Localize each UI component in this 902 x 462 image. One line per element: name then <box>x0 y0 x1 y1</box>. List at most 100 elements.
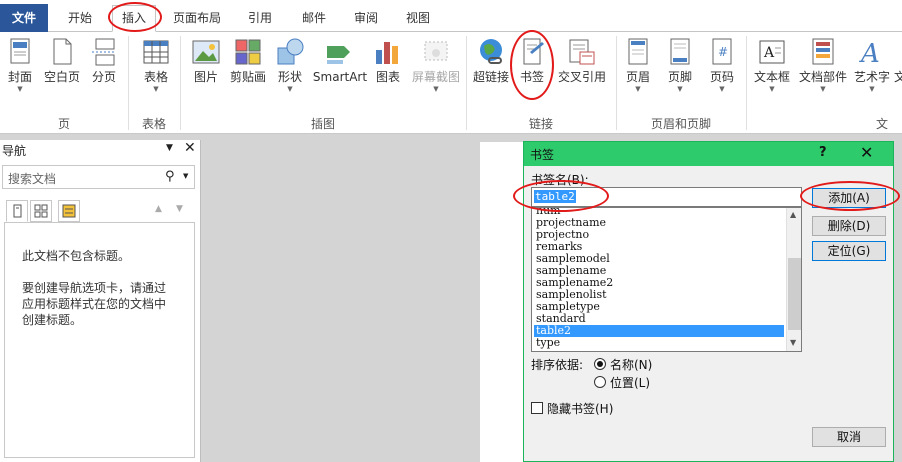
delete-button[interactable]: 删除(D) <box>812 216 886 236</box>
list-scrollbar[interactable]: ▲ ▼ <box>786 208 801 351</box>
shapes-button[interactable]: 形状 ▼ <box>274 36 306 94</box>
cover-page-button[interactable]: 封面 ▼ <box>4 36 36 94</box>
bookmark-dialog: 书签 ? ✕ 书签名(B): table2 num projectname proj… <box>523 141 894 462</box>
tab-review[interactable]: 审阅 <box>344 6 388 30</box>
sort-name-radio[interactable] <box>594 358 606 370</box>
textbox-button[interactable]: A 文本框 ▼ <box>752 36 792 94</box>
sort-name-label[interactable]: 名称(N) <box>610 356 652 373</box>
textbox-dropdown-icon[interactable]: ▼ <box>752 84 792 94</box>
group-label-links: 链接 <box>528 117 553 131</box>
sort-location-label[interactable]: 位置(L) <box>610 374 650 391</box>
screenshot-icon <box>420 36 452 68</box>
close-icon[interactable]: ✕ <box>860 143 873 162</box>
header-button[interactable]: 页眉 ▼ <box>622 36 654 94</box>
add-button[interactable]: 添加(A) <box>812 188 886 208</box>
wordart-label: 艺术字 <box>853 70 890 84</box>
cross-reference-button[interactable]: 交叉引用 <box>554 36 610 84</box>
sort-location-radio[interactable] <box>594 376 606 388</box>
nav-down-icon[interactable]: ▼ <box>176 204 183 214</box>
tab-view[interactable]: 视图 <box>396 6 440 30</box>
hidden-bookmarks-label[interactable]: 隐藏书签(H) <box>547 400 613 417</box>
footer-icon <box>664 36 696 68</box>
quick-parts-button[interactable]: 文档部件 ▼ <box>798 36 848 94</box>
table-icon <box>140 36 172 68</box>
quick-parts-icon <box>807 36 839 68</box>
nav-help-line-1: 要创建导航选项卡，请通过 <box>22 281 167 295</box>
smartart-button[interactable]: SmartArt <box>312 36 368 84</box>
bookmark-icon <box>516 36 548 68</box>
quick-parts-dropdown-icon[interactable]: ▼ <box>798 84 848 94</box>
wordart-button[interactable]: A 艺术字 ▼ <box>852 36 892 94</box>
nav-options-icon[interactable]: ▼ <box>166 143 173 153</box>
table-button[interactable]: 表格 ▼ <box>138 36 174 94</box>
bookmark-name-label: 书签名(B): <box>531 173 589 187</box>
clipart-label: 剪贴画 <box>229 70 266 84</box>
help-icon[interactable]: ? <box>819 145 827 160</box>
shapes-dropdown-icon[interactable]: ▼ <box>274 84 306 94</box>
wordart-icon: A <box>856 36 888 69</box>
picture-label: 图片 <box>193 70 218 84</box>
search-dropdown-icon[interactable]: ▼ <box>183 172 188 180</box>
screenshot-button[interactable]: 屏幕截图 ▼ <box>410 36 462 94</box>
cross-reference-icon <box>566 36 598 68</box>
search-icon[interactable]: ⚲ <box>165 169 175 184</box>
wordart-dropdown-icon[interactable]: ▼ <box>852 84 892 94</box>
footer-dropdown-icon[interactable]: ▼ <box>664 84 696 94</box>
page-number-dropdown-icon[interactable]: ▼ <box>706 84 738 94</box>
dialog-title: 书签 <box>530 148 555 162</box>
chart-button[interactable]: 图表 <box>372 36 404 84</box>
tab-mailings[interactable]: 邮件 <box>292 6 336 30</box>
more-text-button[interactable]: 文 <box>894 36 902 84</box>
page-number-button[interactable]: # 页码 ▼ <box>706 36 738 94</box>
footer-button[interactable]: 页脚 ▼ <box>664 36 696 94</box>
dialog-titlebar: 书签 ? ✕ <box>524 142 893 166</box>
scroll-down-icon[interactable]: ▼ <box>790 338 796 347</box>
bookmark-label: 书签 <box>519 70 544 84</box>
bookmark-name-input[interactable]: table2 <box>531 187 802 207</box>
tab-results[interactable] <box>58 200 80 222</box>
nav-close-icon[interactable]: ✕ <box>184 140 196 156</box>
chart-label: 图表 <box>375 70 400 84</box>
hidden-bookmarks-checkbox[interactable] <box>531 402 543 414</box>
goto-button[interactable]: 定位(G) <box>812 241 886 261</box>
blank-page-button[interactable]: 空白页 <box>42 36 82 84</box>
bookmark-name-value: table2 <box>534 190 576 203</box>
clipart-button[interactable]: 剪贴画 <box>228 36 268 84</box>
svg-text:A: A <box>763 45 775 61</box>
blank-page-label: 空白页 <box>43 70 80 84</box>
tab-pages[interactable] <box>30 200 52 222</box>
page-break-button[interactable]: 分页 <box>88 36 120 84</box>
textbox-icon: A <box>756 36 788 68</box>
tab-insert[interactable]: 插入 <box>112 5 156 32</box>
tab-references[interactable]: 引用 <box>238 6 282 30</box>
tab-file[interactable]: 文件 <box>0 4 48 32</box>
textbox-label: 文本框 <box>753 70 790 84</box>
cover-dropdown-icon[interactable]: ▼ <box>4 84 36 94</box>
nav-search-input[interactable]: 搜索文档 ⚲ ▼ <box>2 165 195 189</box>
header-dropdown-icon[interactable]: ▼ <box>622 84 654 94</box>
nav-up-icon[interactable]: ▲ <box>155 204 162 214</box>
picture-button[interactable]: 图片 <box>190 36 222 84</box>
table-dropdown-icon[interactable]: ▼ <box>138 84 174 94</box>
header-label: 页眉 <box>625 70 650 84</box>
bookmark-list-item[interactable]: standard <box>534 313 784 325</box>
table-label: 表格 <box>143 70 168 84</box>
tab-page-layout[interactable]: 页面布局 <box>166 6 228 30</box>
nav-header: 导航 ▼ ✕ <box>0 140 201 160</box>
tab-home[interactable]: 开始 <box>56 6 104 30</box>
scrollbar-thumb[interactable] <box>788 258 801 330</box>
hyperlink-button[interactable]: 超链接 <box>472 36 510 84</box>
page-break-label: 分页 <box>91 70 116 84</box>
nav-help-line-3: 创建标题。 <box>22 313 83 327</box>
screenshot-dropdown-icon[interactable]: ▼ <box>410 84 462 94</box>
bookmark-list-item[interactable]: table2 <box>534 325 784 337</box>
smartart-icon <box>324 36 356 68</box>
cancel-button[interactable]: 取消 <box>812 427 886 447</box>
bookmark-list-item[interactable]: type <box>534 337 784 349</box>
tab-headings[interactable] <box>6 200 28 222</box>
page-number-icon: # <box>706 36 738 68</box>
bookmark-list[interactable]: num projectname projectno remarks samplemode… <box>531 207 802 352</box>
scroll-up-icon[interactable]: ▲ <box>790 210 796 219</box>
bookmark-button[interactable]: 书签 <box>516 36 548 84</box>
group-separator <box>746 36 747 130</box>
